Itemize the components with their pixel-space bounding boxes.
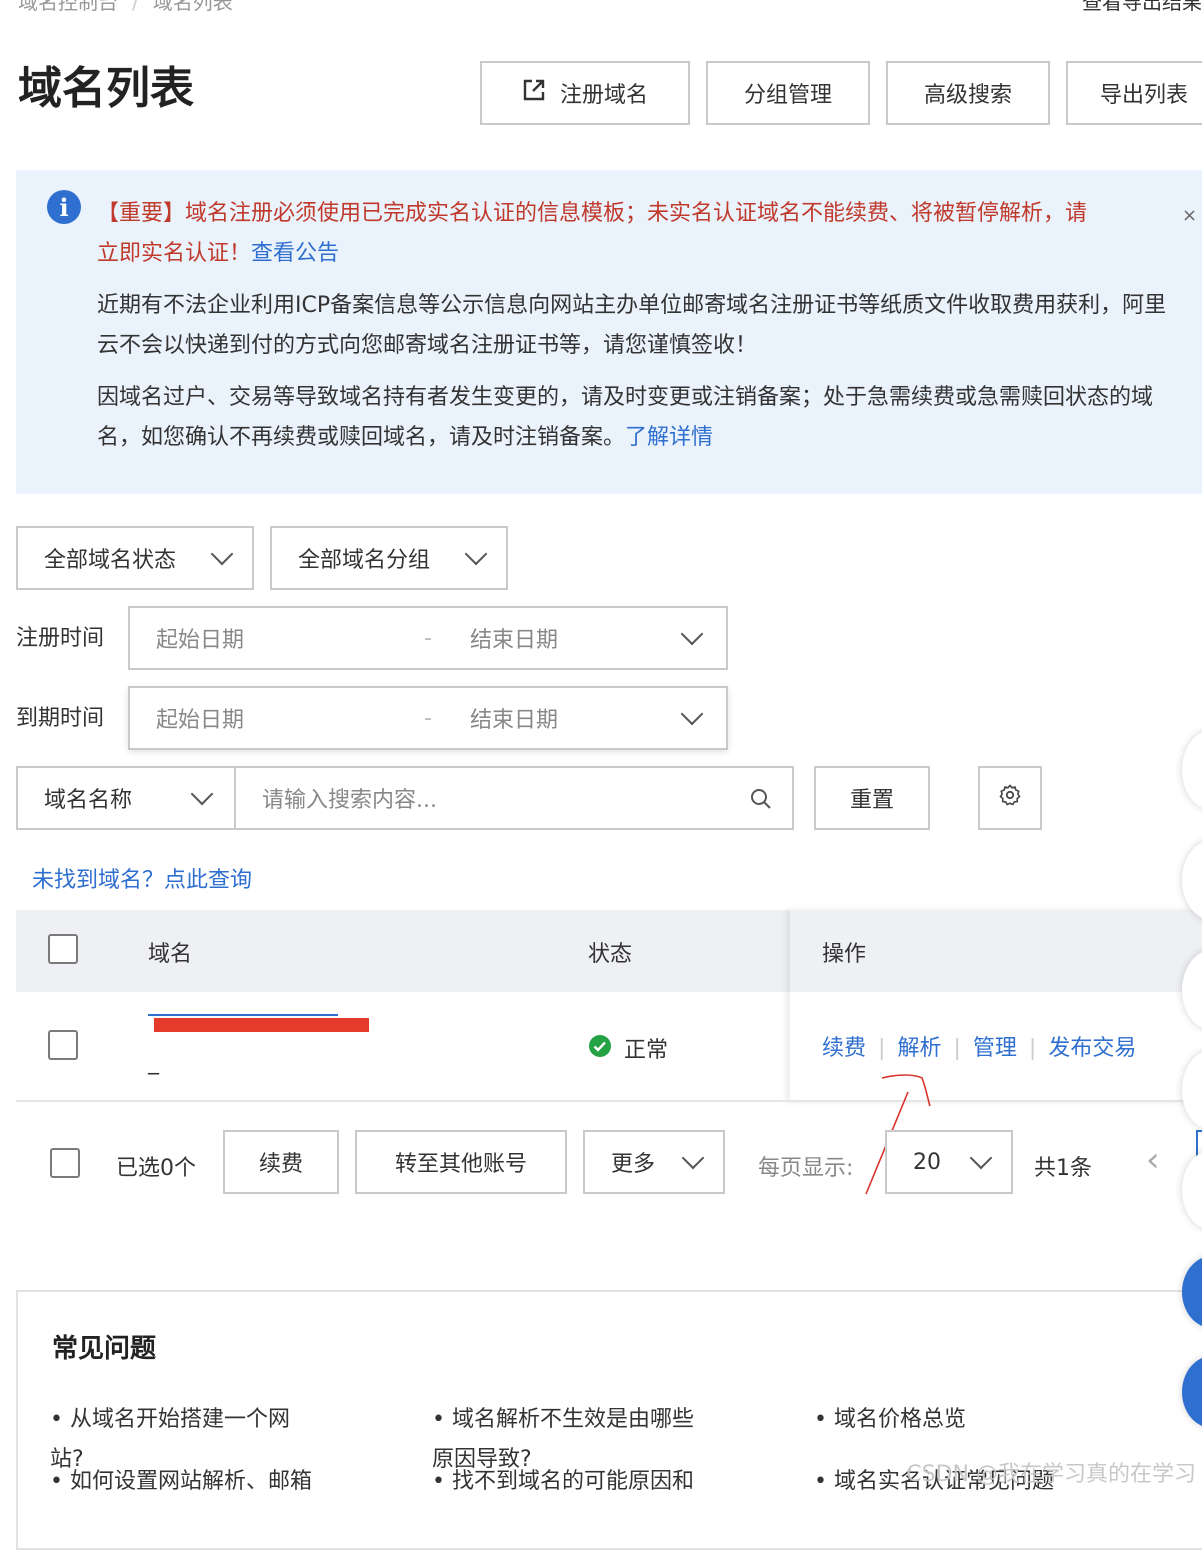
- close-icon[interactable]: ×: [1182, 205, 1197, 226]
- range-separator: -: [424, 705, 432, 731]
- export-list-button[interactable]: 导出列表: [1066, 61, 1202, 125]
- chevron-down-icon: [210, 542, 234, 566]
- notice-paragraph-1: 近期有不法企业利用ICP备案信息等公示信息向网站主办单位邮寄域名注册证书等纸质文…: [97, 293, 1167, 358]
- advanced-search-button[interactable]: 高级搜索: [886, 61, 1050, 125]
- renew-link[interactable]: 续费: [822, 1036, 866, 1061]
- redaction-mark: [154, 1018, 369, 1032]
- register-domain-button[interactable]: 注册域名: [480, 61, 690, 125]
- per-page-label: 每页显示:: [758, 1156, 854, 1181]
- status-badge: 正常: [624, 1038, 669, 1063]
- chevron-down-icon: [190, 782, 214, 806]
- dns-resolve-link[interactable]: 解析: [897, 1036, 941, 1061]
- search-type-value: 域名名称: [44, 788, 133, 813]
- column-header-domain: 域名: [148, 942, 193, 967]
- faq-title: 常见问题: [52, 1334, 157, 1364]
- export-results-link[interactable]: 查看导出结果: [1082, 0, 1202, 15]
- reg-time-label: 注册时间: [16, 626, 105, 651]
- floating-widget[interactable]: [1182, 840, 1202, 920]
- domain-status-select-value: 全部域名状态: [44, 548, 177, 573]
- footer-select-checkbox[interactable]: [50, 1148, 80, 1178]
- external-link-icon: [522, 78, 546, 108]
- chevron-down-icon: [969, 1146, 993, 1170]
- watermark: CSDN @我在学习真的在学习: [906, 1462, 1196, 1487]
- group-manage-button[interactable]: 分组管理: [706, 61, 870, 125]
- not-found-query-link[interactable]: 未找到域名？点此查询: [32, 862, 252, 894]
- domain-name-link[interactable]: [148, 1012, 369, 1032]
- row-divider: [16, 1100, 1202, 1102]
- row-checkbox[interactable]: [48, 1030, 78, 1060]
- exp-time-label: 到期时间: [16, 706, 105, 731]
- search-icon[interactable]: [750, 788, 772, 816]
- chevron-down-icon: [680, 622, 704, 646]
- more-actions-label: 更多: [611, 1152, 656, 1177]
- selected-count: 已选0个: [116, 1156, 196, 1181]
- publish-trade-link[interactable]: 发布交易: [1048, 1036, 1136, 1061]
- total-count: 共1条: [1034, 1156, 1092, 1181]
- exp-start-date[interactable]: 起始日期: [156, 702, 244, 734]
- reg-time-range-picker[interactable]: 起始日期 - 结束日期: [128, 606, 728, 670]
- breadcrumb: 域名控制台 / 域名列表: [18, 0, 233, 15]
- settings-button[interactable]: [978, 766, 1042, 830]
- exp-time-range-picker[interactable]: 起始日期 - 结束日期: [128, 686, 728, 750]
- domain-group-select[interactable]: 全部域名分组: [270, 526, 508, 590]
- chevron-down-icon: [464, 542, 488, 566]
- domain-group-select-value: 全部域名分组: [298, 548, 431, 573]
- reg-start-date[interactable]: 起始日期: [156, 622, 244, 654]
- floating-widget[interactable]: [1182, 730, 1202, 810]
- range-separator: -: [424, 625, 432, 651]
- search-type-select[interactable]: 域名名称: [16, 766, 236, 830]
- select-all-checkbox[interactable]: [48, 934, 78, 964]
- notice-important-line2: 立即实名认证！: [97, 241, 252, 266]
- chevron-down-icon: [680, 702, 704, 726]
- prev-page-button[interactable]: ‹: [1146, 1140, 1160, 1180]
- learn-more-link[interactable]: 了解详情: [625, 425, 713, 450]
- batch-renew-button[interactable]: 续费: [223, 1130, 339, 1194]
- breadcrumb-root[interactable]: 域名控制台: [18, 0, 118, 14]
- transfer-account-button[interactable]: 转至其他账号: [355, 1130, 567, 1194]
- notice-important-line1: 【重要】域名注册必须使用已完成实名认证的信息模板；未实名认证域名不能续费、将被暂…: [97, 201, 1088, 226]
- view-announcement-link[interactable]: 查看公告: [251, 241, 339, 266]
- status-ok-icon: [588, 1034, 612, 1062]
- gear-icon: [998, 783, 1022, 813]
- per-page-select[interactable]: 20: [885, 1130, 1013, 1194]
- column-header-status: 状态: [588, 942, 633, 967]
- row-actions: 续费 | 解析 | 管理 | 发布交易: [822, 1036, 1137, 1061]
- reset-button[interactable]: 重置: [814, 766, 930, 830]
- per-page-value: 20: [913, 1149, 941, 1175]
- exp-end-date[interactable]: 结束日期: [470, 702, 558, 734]
- floating-widget[interactable]: [1182, 1150, 1202, 1230]
- manage-link[interactable]: 管理: [973, 1036, 1017, 1061]
- column-header-actions: 操作: [822, 942, 867, 967]
- search-input[interactable]: 请输入搜索内容...: [234, 766, 794, 830]
- faq-item[interactable]: • 找不到域名的可能原因和: [432, 1462, 732, 1502]
- more-actions-select[interactable]: 更多: [583, 1130, 725, 1194]
- search-input-placeholder: 请输入搜索内容...: [262, 788, 437, 813]
- register-domain-label: 注册域名: [559, 83, 648, 108]
- page-title: 域名列表: [18, 63, 194, 114]
- info-icon: i: [47, 190, 81, 224]
- faq-item[interactable]: • 如何设置网站解析、邮箱: [50, 1462, 350, 1502]
- reg-end-date[interactable]: 结束日期: [470, 622, 558, 654]
- faq-item[interactable]: • 域名价格总览: [814, 1400, 1114, 1440]
- domain-name-suffix: _: [148, 1050, 159, 1075]
- breadcrumb-current: 域名列表: [152, 0, 233, 14]
- domain-status-select[interactable]: 全部域名状态: [16, 526, 254, 590]
- chevron-down-icon: [681, 1146, 705, 1170]
